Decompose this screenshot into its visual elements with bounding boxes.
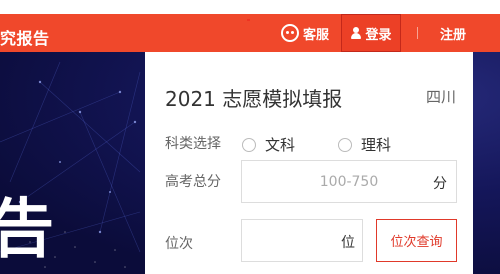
chat-bubble-icon bbox=[281, 24, 299, 42]
radio-science-label: 理科 bbox=[361, 136, 392, 154]
rank-unit: 位 bbox=[341, 235, 355, 251]
score-field-wrapper: 分 bbox=[241, 160, 457, 203]
nav-divider bbox=[417, 27, 418, 39]
volunteer-form-card: 2021 志愿模拟填报 四川 科类选择 文科 理科 高考总分 分 位次 位 位次… bbox=[145, 52, 473, 274]
hero-banner-character: 告 bbox=[0, 193, 54, 267]
radio-circle-icon bbox=[338, 137, 352, 152]
subject-label: 科类选择 bbox=[165, 136, 221, 152]
score-label: 高考总分 bbox=[165, 174, 221, 190]
radio-liberal-arts-label: 文科 bbox=[265, 136, 296, 154]
rank-query-button[interactable]: 位次查询 bbox=[376, 219, 457, 262]
radio-science[interactable]: 理科 bbox=[338, 134, 391, 155]
login-label: 登录 bbox=[365, 27, 392, 43]
score-unit: 分 bbox=[433, 176, 447, 192]
rank-input[interactable] bbox=[242, 220, 338, 261]
region-selector[interactable]: 四川 bbox=[426, 86, 456, 107]
radio-liberal-arts[interactable]: 文科 bbox=[242, 134, 295, 155]
rank-field-wrapper: 位 bbox=[241, 219, 363, 262]
score-input[interactable] bbox=[242, 161, 426, 202]
form-title: 2021 志愿模拟填报 bbox=[165, 87, 343, 111]
top-navbar: 究报告 客服 登录 注册 bbox=[0, 0, 500, 52]
radio-circle-icon bbox=[242, 137, 256, 152]
login-button[interactable]: 登录 bbox=[341, 14, 401, 52]
decorative-tick bbox=[247, 19, 250, 21]
brand-title[interactable]: 究报告 bbox=[0, 25, 50, 49]
customer-service-label: 客服 bbox=[303, 27, 330, 43]
rank-label: 位次 bbox=[165, 236, 193, 252]
register-label: 注册 bbox=[440, 27, 467, 43]
user-icon bbox=[350, 26, 362, 40]
register-link[interactable]: 注册 bbox=[440, 21, 466, 45]
customer-service-link[interactable]: 客服 bbox=[281, 21, 329, 45]
